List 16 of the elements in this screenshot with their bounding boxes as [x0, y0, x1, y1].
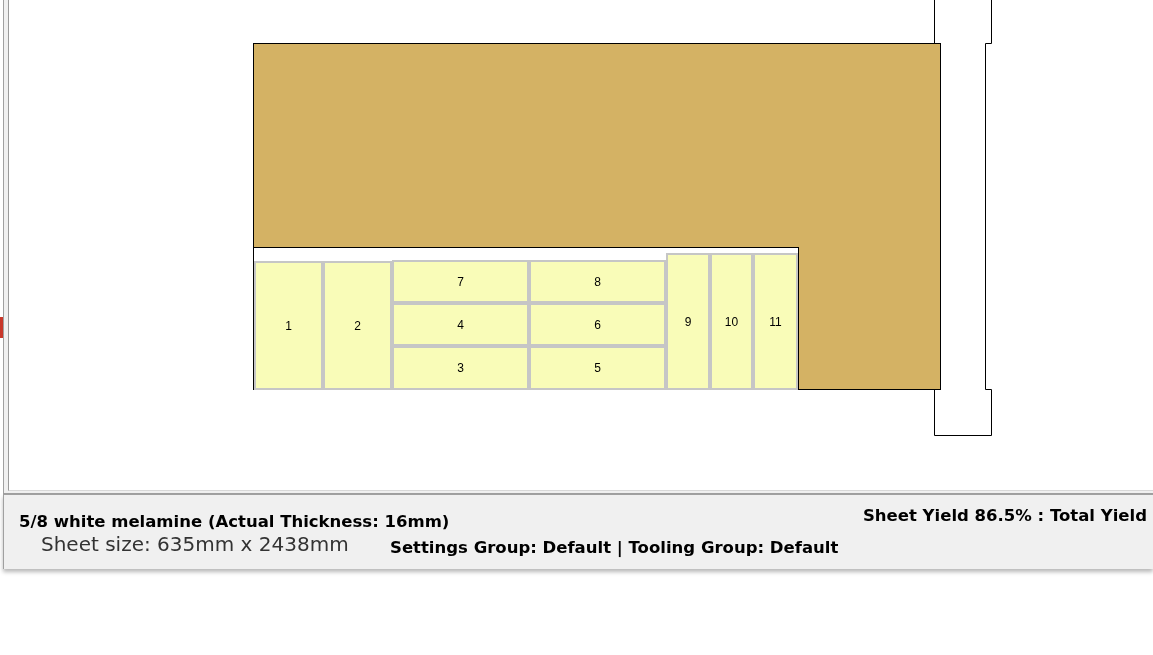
groups-label: Settings Group: Default | Tooling Group: Default	[390, 538, 839, 558]
material-label: 5/8 white melamine (Actual Thickness: 16mm)	[19, 512, 450, 532]
part: 8	[529, 260, 666, 303]
yield-label: Sheet Yield 86.5% : Total Yield	[862, 506, 1147, 526]
sheet-size-label: Sheet size: 635mm x 2438mm	[41, 532, 350, 556]
part: 1	[254, 261, 323, 390]
part: 5	[529, 346, 666, 390]
part: 3	[392, 346, 529, 390]
part: 7	[392, 260, 529, 303]
part: 9	[666, 253, 710, 390]
part: 6	[529, 303, 666, 346]
part: 10	[710, 253, 753, 390]
part: 4	[392, 303, 529, 346]
part: 2	[323, 261, 392, 390]
part: 11	[753, 253, 798, 390]
side-marker-icon	[0, 317, 3, 338]
